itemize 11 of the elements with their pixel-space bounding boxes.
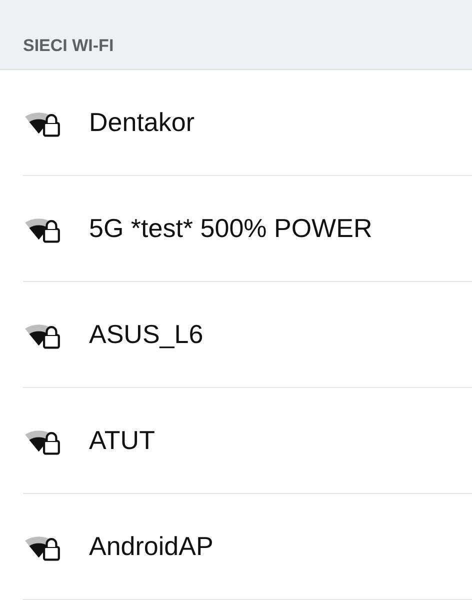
network-item[interactable]: ATUT bbox=[23, 388, 472, 494]
section-title: SIECI WI-FI bbox=[23, 36, 114, 56]
network-item[interactable]: 5G *test* 500% POWER bbox=[23, 176, 472, 282]
network-name: AndroidAP bbox=[89, 531, 214, 562]
network-item[interactable]: ASUS_L6 bbox=[23, 282, 472, 388]
network-item[interactable]: Dentakor bbox=[23, 70, 472, 176]
network-name: ASUS_L6 bbox=[89, 319, 204, 350]
network-name: Dentakor bbox=[89, 107, 194, 138]
network-item[interactable]: AndroidAP bbox=[23, 494, 472, 600]
network-name: ATUT bbox=[89, 425, 155, 456]
network-name: 5G *test* 500% POWER bbox=[89, 213, 372, 244]
